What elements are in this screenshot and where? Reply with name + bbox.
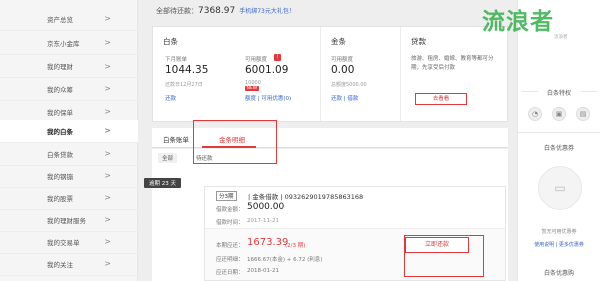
coupon-icon: ▭ bbox=[538, 166, 582, 210]
new-badge: NEW bbox=[245, 86, 259, 91]
jintiao-panel: 金条 可用额度 0.00 总额度5000.00 还款 | 借款 bbox=[320, 27, 400, 121]
total-due-label: 全部待还款： bbox=[156, 7, 198, 15]
privilege-icon-1[interactable]: ◔ bbox=[528, 107, 542, 121]
installment-tag: 分3期 bbox=[216, 191, 237, 201]
chevron-right-icon: > bbox=[104, 237, 111, 247]
detail-label: 应还明细： bbox=[216, 257, 244, 263]
available-limit-label: 可用额度 bbox=[245, 57, 268, 63]
chevron-right-icon: > bbox=[104, 61, 111, 71]
due-label: 本期应还： bbox=[216, 243, 244, 249]
chevron-right-icon: > bbox=[104, 84, 111, 94]
baitiao-limit-links[interactable]: 额度 | 可用优惠(0) bbox=[245, 94, 291, 102]
jintiao-links[interactable]: 还款 | 借款 bbox=[331, 94, 358, 102]
due-date: 2018-01-21 bbox=[247, 268, 279, 274]
overdue-badge: 逾期 23 天 bbox=[144, 178, 181, 188]
loan-amount-label: 借款金额： bbox=[216, 207, 244, 213]
loan-amount: 5000.00 bbox=[247, 202, 285, 212]
due-period: (2/3 期) bbox=[285, 243, 306, 249]
chevron-right-icon: > bbox=[104, 259, 111, 269]
chevron-right-icon: > bbox=[104, 171, 111, 181]
baitiao-panel: 白条 下月账单 1044.35 还款日12月27日 还款 可用额度 ! 6001… bbox=[153, 27, 320, 121]
chevron-right-icon: > bbox=[104, 14, 111, 24]
sidebar-item-follows[interactable]: 我的关注 > bbox=[0, 253, 138, 276]
jintiao-total-limit: 总额度5000.00 bbox=[331, 82, 367, 88]
jintiao-limit-label: 可用额度 bbox=[331, 57, 354, 63]
loan-time: 2017-11-21 bbox=[247, 218, 279, 224]
chevron-right-icon: > bbox=[104, 126, 111, 136]
loan-time-label: 借款时间： bbox=[216, 220, 244, 226]
due-amount: 1673.39 bbox=[247, 237, 289, 248]
baitiao-title: 白条 bbox=[163, 37, 178, 46]
sidebar-item-finance-service[interactable]: 我的理财服务 > bbox=[0, 209, 138, 232]
baitiao-repay-link[interactable]: 还款 bbox=[165, 94, 176, 102]
loan-go-button[interactable]: 去看看 bbox=[415, 93, 467, 105]
right-panel: 白条特权 ◔ ▣ ▤ 白条优惠券 ▭ 暂无可用优惠券 使用说明 | 更多优惠券 … bbox=[517, 0, 600, 281]
next-bill-label: 下月账单 bbox=[165, 57, 188, 63]
watermark-caption: 流浪者 bbox=[554, 35, 568, 40]
chevron-right-icon: > bbox=[104, 193, 111, 203]
chevron-right-icon: > bbox=[104, 107, 111, 117]
available-limit-amount: 6001.09 bbox=[245, 64, 289, 76]
jintiao-title: 金条 bbox=[331, 37, 346, 46]
chevron-right-icon: > bbox=[104, 215, 111, 225]
loan-title: 贷款 bbox=[411, 37, 426, 46]
shop-title: 白条优惠购 bbox=[543, 270, 574, 277]
sidebar-item-crowdfunding[interactable]: 我的众筹 > bbox=[0, 78, 138, 101]
coupon-links[interactable]: 使用说明 | 更多优惠券 bbox=[518, 241, 600, 248]
promo-link[interactable]: 手机绑73元大礼包！ bbox=[239, 8, 295, 15]
privileges-title: 白条特权 bbox=[546, 90, 571, 97]
loan-panel: 贷款 旅游、租房、婚嫁、教育等都可分期，先享受后付款 去看看 bbox=[400, 27, 509, 121]
loan-description: 旅游、租房、婚嫁、教育等都可分期，先享受后付款 bbox=[411, 56, 494, 71]
sidebar-item-baitiao[interactable]: 我的白条 > bbox=[0, 120, 138, 143]
total-due-amount: 7368.97 bbox=[198, 6, 236, 16]
privilege-icon-2[interactable]: ▣ bbox=[552, 107, 566, 121]
divider bbox=[581, 91, 597, 92]
coupons-title: 白条优惠券 bbox=[543, 145, 574, 152]
filter-all[interactable]: 全部 bbox=[158, 153, 178, 163]
annotation-box-repay bbox=[404, 235, 484, 277]
sidebar-item-assets[interactable]: 资产总览 > bbox=[0, 8, 138, 31]
chevron-right-icon: > bbox=[104, 149, 111, 159]
no-coupon-text: 暂无可用优惠券 bbox=[541, 229, 577, 235]
privilege-icon-3[interactable]: ▤ bbox=[576, 107, 590, 121]
annotation-box-tab bbox=[193, 120, 277, 164]
tab-baitiao-bill[interactable]: 白条账单 bbox=[163, 134, 189, 144]
next-bill-amount: 1044.35 bbox=[165, 64, 209, 76]
watermark-logo: 流浪者 bbox=[482, 9, 554, 35]
chevron-right-icon: > bbox=[104, 38, 111, 48]
due-date-label: 应还日期： bbox=[216, 270, 244, 276]
total-due: 全部待还款：7368.97 手机绑73元大礼包！ bbox=[156, 6, 295, 16]
sidebar-item-baitiao-loan[interactable]: 白条贷款 > bbox=[0, 143, 138, 166]
sidebar-nav: 资产总览 > 京东小金库 > 我的理财 > 我的众筹 > 我的保单 > 我的白条 > 白条贷… bbox=[0, 0, 138, 281]
sidebar-item-finance[interactable]: 我的理财 > bbox=[0, 56, 138, 78]
divider bbox=[518, 132, 600, 133]
bill-due-date: 还款日12月27日 bbox=[165, 82, 203, 88]
sidebar-item-vault[interactable]: 京东小金库 > bbox=[0, 32, 138, 55]
jintiao-limit-amount: 0.00 bbox=[331, 64, 355, 76]
bill-header: 分3期 | 金条借款 | 0932629019785863168 借款金额： 5… bbox=[205, 187, 505, 229]
summary-card: 白条 下月账单 1044.35 还款日12月27日 还款 可用额度 ! 6001… bbox=[152, 26, 508, 122]
sidebar-item-transactions[interactable]: 我的交易单 > bbox=[0, 231, 138, 254]
sidebar-item-coins[interactable]: 我的钢镚 > bbox=[0, 165, 138, 188]
alert-icon[interactable]: ! bbox=[274, 54, 281, 61]
sidebar-item-stocks[interactable]: 我的股票 > bbox=[0, 187, 138, 210]
order-number: | 金条借款 | 0932629019785863168 bbox=[248, 193, 364, 201]
due-detail: 1666.67(本金) + 6.72 (利息) bbox=[247, 257, 323, 263]
